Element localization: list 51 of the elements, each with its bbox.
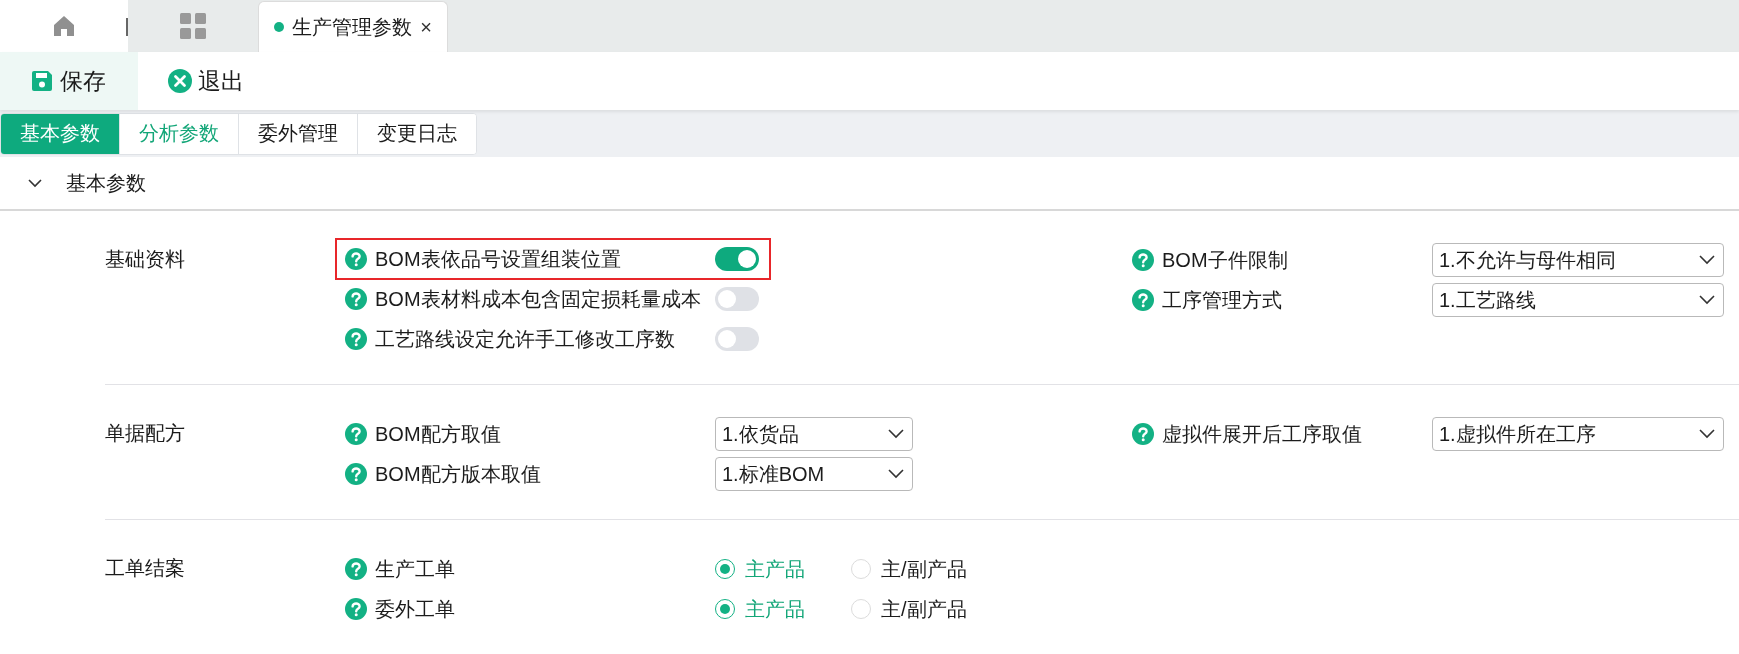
group-label: 单据配方 [105, 421, 186, 446]
help-icon[interactable] [345, 558, 367, 580]
close-button[interactable]: × [420, 15, 432, 39]
dropdown-select[interactable]: 1.工艺路线 [1432, 283, 1724, 317]
radio-button[interactable] [715, 559, 735, 579]
setting-label: BOM表依品号设置组装位置 [375, 246, 621, 272]
setting-label: BOM配方取值 [375, 421, 501, 447]
grid-icon [180, 13, 206, 39]
section-header[interactable]: 基本参数 [0, 157, 1739, 211]
radio-option[interactable]: 主/副产品 [851, 595, 967, 623]
help-icon[interactable] [345, 423, 367, 445]
close-circle-icon [168, 69, 192, 93]
chevron-down-icon [888, 429, 904, 439]
toggle-switch[interactable] [715, 287, 759, 311]
status-dot [274, 22, 285, 32]
help-icon[interactable] [345, 463, 367, 485]
help-icon[interactable] [345, 328, 367, 350]
radio-button[interactable] [715, 599, 735, 619]
setting-label: 工艺路线设定允许手工修改工序数 [375, 326, 675, 352]
chevron-down-icon [1699, 255, 1715, 265]
setting-label: 委外工单 [375, 596, 455, 622]
dropdown-select[interactable]: 1.依货品 [715, 417, 913, 451]
home-icon [52, 14, 76, 38]
setting-label: BOM表材料成本包含固定损耗量成本 [375, 286, 701, 312]
help-icon[interactable] [345, 598, 367, 620]
setting-label: 生产工单 [375, 556, 455, 582]
chevron-down-icon [1699, 429, 1715, 439]
dropdown-select[interactable]: 1.标准BOM [715, 457, 913, 491]
help-icon[interactable] [345, 288, 367, 310]
chevron-down-icon [1699, 295, 1715, 305]
setting-label: BOM配方版本取值 [375, 461, 541, 487]
dropdown-select[interactable]: 1.不允许与母件相同 [1432, 243, 1724, 277]
save-button[interactable]: 保存 [0, 52, 138, 110]
exit-button[interactable]: 退出 [138, 52, 274, 110]
setting-label: 工序管理方式 [1162, 287, 1282, 313]
help-icon[interactable] [345, 248, 367, 270]
chevron-icon [28, 178, 42, 188]
setting-label: BOM子件限制 [1162, 247, 1288, 273]
radio-option[interactable]: 主/副产品 [851, 555, 967, 583]
page-tab[interactable]: 生产管理参数 × [258, 1, 448, 52]
toggle-switch[interactable] [715, 327, 759, 351]
toggle-switch[interactable] [715, 247, 759, 271]
help-icon[interactable] [1132, 289, 1154, 311]
help-icon[interactable] [1132, 249, 1154, 271]
home-tab[interactable] [0, 0, 128, 52]
dropdown-select[interactable]: 1.虚拟件所在工序 [1432, 417, 1724, 451]
setting-label: 虚拟件展开后工序取值 [1162, 421, 1362, 447]
help-icon[interactable] [1132, 423, 1154, 445]
group-label: 基础资料 [105, 247, 186, 272]
group-label: 工单结案 [105, 556, 186, 581]
chevron-down-icon [888, 469, 904, 479]
